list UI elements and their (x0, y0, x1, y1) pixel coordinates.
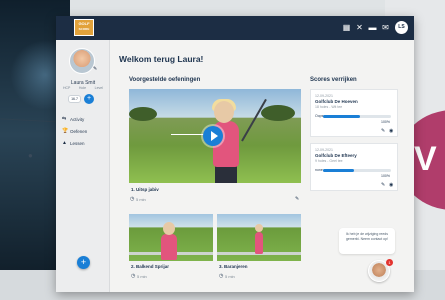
score-right-value: 100% (381, 174, 390, 178)
score-card[interactable]: 12-09-2021 Golfclub De Hoeven 18 holes -… (310, 89, 398, 137)
exercise-video-2[interactable] (129, 214, 213, 261)
exercise-video-3[interactable] (217, 214, 301, 261)
sidebar-item-activity[interactable]: ⇆ Activity (62, 114, 108, 124)
notification-badge: 1 (386, 259, 393, 266)
user-stats: HCP Hole Level (63, 86, 103, 90)
sidebar-item-label: Lessen (70, 140, 85, 146)
chat-icon[interactable]: ▬ (368, 23, 377, 32)
golfer-figure (255, 224, 263, 232)
sidebar-item-lessen[interactable]: ▲ Lessen (62, 138, 108, 148)
suggested-exercises-title: Voorgestelde oefeningen (129, 77, 201, 83)
chart-icon: ▲ (62, 140, 67, 146)
logo-subtext: SCORE (78, 27, 90, 31)
exercise-duration: 5 min (137, 274, 147, 279)
sidebar-nav: ⇆ Activity 🏆 Oefenen ▲ Lessen (62, 114, 108, 150)
eye-icon[interactable]: ◉ (389, 182, 393, 188)
exercise-video-main[interactable] (129, 89, 301, 183)
tree-shape (129, 107, 157, 121)
score-date: 12-09-2021 (315, 94, 333, 98)
exercise-title: 2. Balkend Sprijar (131, 264, 170, 269)
add-button[interactable]: + (77, 256, 90, 269)
sidebar-item-label: Oefenen (70, 128, 88, 134)
exercise-title: 3. Baranjeren (219, 264, 248, 269)
logo-text: GOLF (78, 21, 90, 26)
golfer-figure (163, 222, 175, 235)
score-date: 12-09-2021 (315, 148, 333, 152)
clock-icon: ◷ (131, 273, 136, 279)
add-score-button[interactable]: + (84, 94, 94, 104)
play-icon[interactable] (203, 126, 223, 146)
score-course: Golfclub De Hoeven (315, 99, 358, 104)
sidebar-item-oefenen[interactable]: 🏆 Oefenen (62, 126, 108, 136)
page-title: Welkom terug Laura! (119, 54, 204, 64)
brand-logo[interactable]: GOLF SCORE (74, 19, 94, 36)
golfer-figure (161, 234, 177, 260)
edit-icon[interactable]: ✎ (295, 196, 299, 202)
scores-title: Scores verrijken (310, 77, 357, 83)
handicap-pill: 16.7 (68, 95, 81, 103)
stat-label: Level (94, 86, 103, 90)
chat-bubble[interactable]: Ik heb je de wijziging reeds gemerkt. Ne… (339, 228, 395, 254)
golfer-figure (255, 232, 263, 254)
golfer-figure (214, 101, 234, 123)
score-progress (323, 115, 391, 118)
score-details: 18 holes - Wit tee (315, 105, 343, 109)
top-bar: GOLF SCORE ▦ ✕ ▬ ✉ LS (56, 16, 414, 40)
activity-icon: ⇆ (62, 116, 67, 122)
score-progress-fill (323, 169, 354, 172)
score-course: Golfclub De Efteery (315, 153, 357, 158)
score-details: 9 holes - Geel tee (315, 159, 343, 163)
edit-icon[interactable]: ✎ (381, 182, 385, 188)
exercise-duration: 5 min (225, 274, 235, 279)
exercise-title: 1. Uitsp jabiv (131, 187, 159, 192)
clock-icon: ◷ (130, 196, 135, 202)
sidebar: ✎ Laura Smit HCP Hole Level 16.7 + ⇆ Act… (56, 40, 110, 292)
mail-icon[interactable]: ✉ (381, 23, 390, 32)
score-progress (323, 169, 391, 172)
stat-label: HCP (63, 86, 71, 90)
trophy-icon: 🏆 (62, 128, 69, 134)
grid-icon[interactable]: ▦ (342, 23, 351, 32)
eye-icon[interactable]: ◉ (389, 128, 393, 134)
sidebar-item-label: Activity (70, 116, 85, 122)
app-window: GOLF SCORE ▦ ✕ ▬ ✉ LS ✎ Laura Smit HCP H… (56, 16, 414, 292)
promo-letter: V (414, 140, 437, 178)
edit-icon[interactable]: ✎ (381, 128, 385, 134)
tree-shape (261, 105, 295, 121)
profile-avatar[interactable] (69, 48, 95, 74)
exercise-duration: 5 min (136, 197, 146, 202)
score-card[interactable]: 12-09-2021 Golfclub De Efteery 9 holes -… (310, 143, 398, 191)
score-left-value: none (315, 168, 323, 172)
user-avatar-button[interactable]: LS (395, 21, 408, 34)
score-right-value: 100% (381, 120, 390, 124)
golfer-figure (215, 166, 237, 183)
stat-label: Hole (78, 86, 87, 90)
score-progress-fill (323, 115, 361, 118)
edit-profile-icon[interactable]: ✎ (93, 66, 97, 72)
clock-icon: ◷ (219, 273, 224, 279)
puzzle-icon[interactable]: ✕ (355, 23, 364, 32)
background-dot: ● (28, 151, 33, 160)
